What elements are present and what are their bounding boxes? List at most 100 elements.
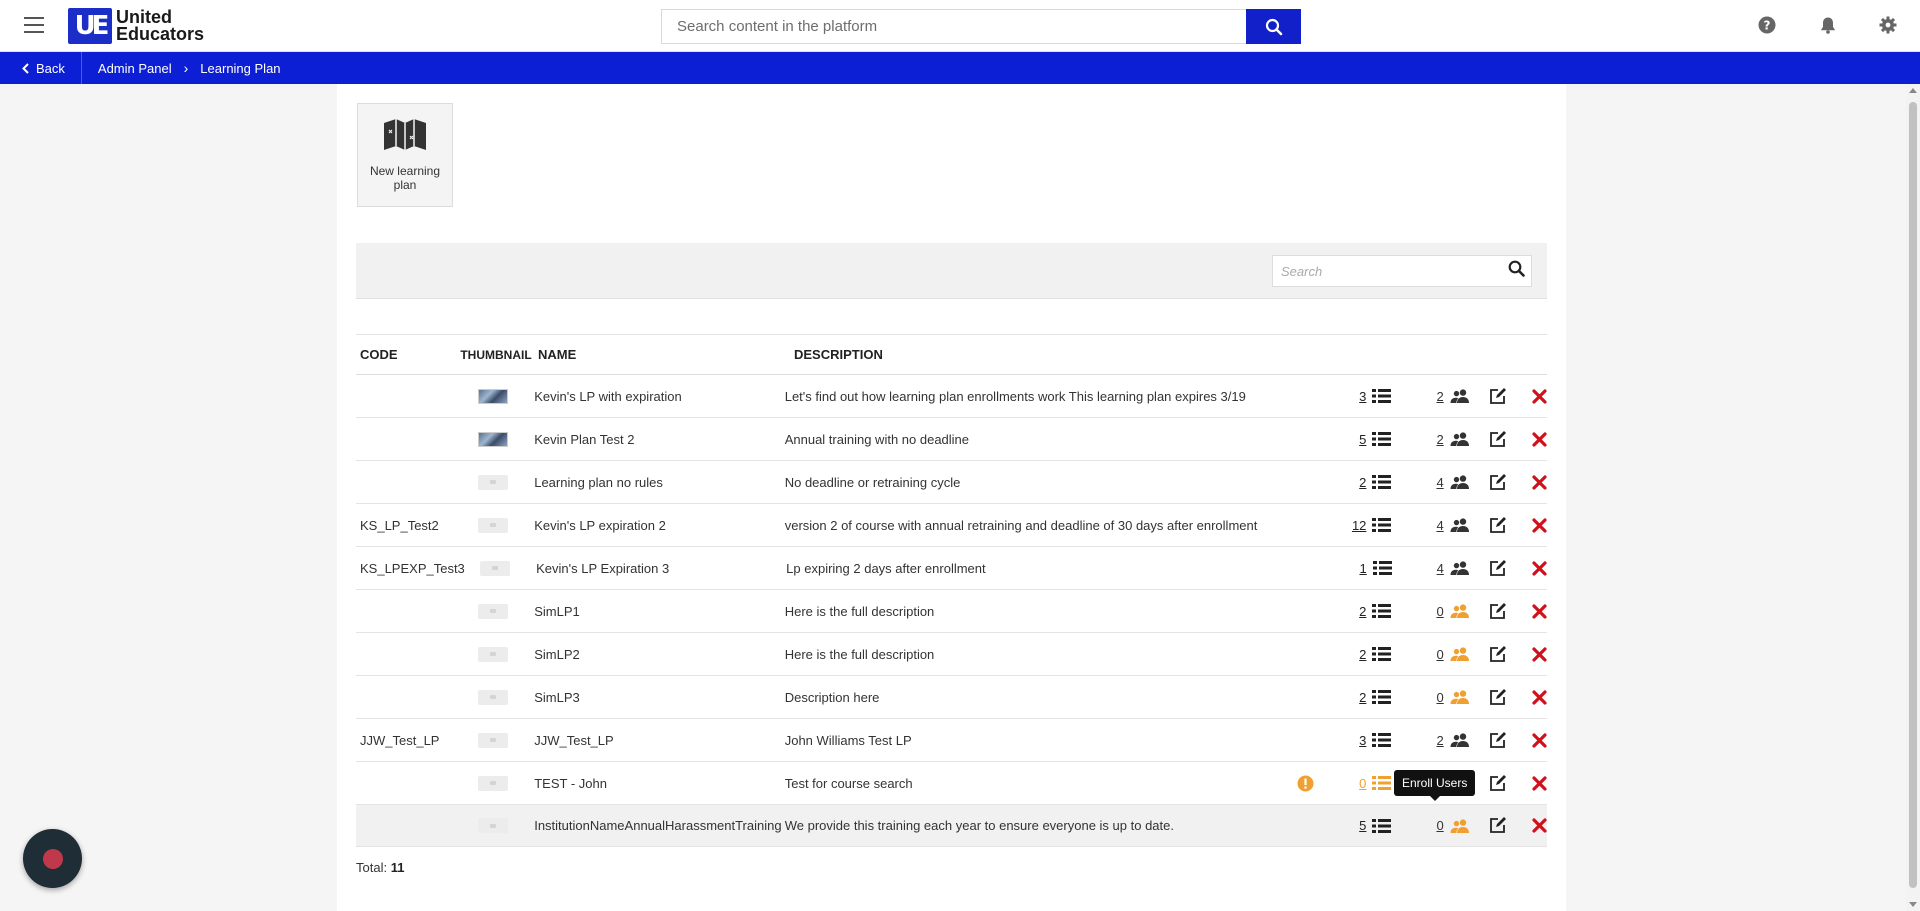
table-row[interactable]: InstitutionNameAnnualHarassmentTraining …	[356, 805, 1547, 847]
users-count[interactable]: 4	[1437, 561, 1444, 576]
enroll-users-button[interactable]: 4	[1391, 518, 1469, 533]
courses-count[interactable]: 2	[1359, 475, 1366, 490]
global-search-input[interactable]	[661, 9, 1246, 44]
enroll-users-button[interactable]: 0	[1391, 604, 1469, 619]
table-row[interactable]: Kevin Plan Test 2 Annual training with n…	[356, 418, 1547, 461]
enroll-users-button[interactable]: 0	[1391, 647, 1469, 662]
table-row[interactable]: Learning plan no rules No deadline or re…	[356, 461, 1547, 504]
scrollbar-thumb[interactable]	[1909, 102, 1917, 888]
delete-button[interactable]	[1506, 474, 1547, 490]
enroll-users-button[interactable]: 2	[1391, 432, 1469, 447]
courses-count[interactable]: 1	[1359, 561, 1366, 576]
hamburger-menu-icon[interactable]	[24, 17, 44, 33]
help-icon[interactable]: ?	[1757, 15, 1777, 35]
courses-button[interactable]: 2	[1333, 475, 1392, 490]
courses-count[interactable]: 12	[1352, 518, 1366, 533]
delete-button[interactable]	[1506, 689, 1547, 705]
edit-button[interactable]	[1470, 645, 1506, 663]
table-row[interactable]: Kevin's LP with expiration Let's find ou…	[356, 375, 1547, 418]
edit-button[interactable]	[1470, 817, 1506, 834]
delete-button[interactable]	[1506, 388, 1547, 404]
enroll-users-button[interactable]: 4	[1392, 561, 1470, 576]
courses-button[interactable]: 3	[1333, 389, 1392, 404]
courses-count[interactable]: 3	[1359, 389, 1366, 404]
courses-button[interactable]: 12	[1333, 518, 1392, 533]
courses-count[interactable]: 5	[1359, 818, 1366, 833]
svg-text:?: ?	[1764, 19, 1771, 33]
courses-count[interactable]: 5	[1359, 432, 1366, 447]
enroll-users-button[interactable]: 2	[1391, 389, 1469, 404]
edit-button[interactable]	[1470, 602, 1506, 620]
users-count[interactable]: 0	[1436, 690, 1443, 705]
edit-button[interactable]	[1470, 774, 1506, 792]
search-icon[interactable]	[1508, 260, 1525, 277]
enroll-users-button[interactable]: 2	[1391, 733, 1469, 748]
courses-button[interactable]: 0	[1333, 776, 1392, 791]
users-count[interactable]: 2	[1436, 733, 1443, 748]
enroll-users-button[interactable]: 0	[1391, 690, 1469, 705]
edit-button[interactable]	[1470, 516, 1506, 534]
delete-button[interactable]	[1506, 732, 1547, 748]
courses-count[interactable]: 2	[1359, 604, 1366, 619]
column-header-name[interactable]: NAME	[536, 347, 794, 362]
delete-button[interactable]	[1506, 818, 1547, 833]
back-button[interactable]: Back	[0, 52, 82, 84]
courses-button[interactable]: 5	[1333, 818, 1392, 833]
users-count[interactable]: 2	[1436, 432, 1443, 447]
table-row[interactable]: SimLP2 Here is the full description 2 0	[356, 633, 1547, 676]
courses-button[interactable]: 5	[1333, 432, 1392, 447]
delete-button[interactable]	[1506, 431, 1547, 447]
new-learning-plan-button[interactable]: New learning plan	[357, 103, 453, 207]
delete-x-icon	[1532, 646, 1547, 662]
courses-button[interactable]: 2	[1333, 647, 1392, 662]
table-row[interactable]: SimLP1 Here is the full description 2 0	[356, 590, 1547, 633]
courses-count[interactable]: 2	[1359, 647, 1366, 662]
courses-button[interactable]: 3	[1333, 733, 1392, 748]
courses-button[interactable]: 2	[1333, 604, 1392, 619]
table-row[interactable]: SimLP3 Description here 2 0	[356, 676, 1547, 719]
edit-button[interactable]	[1470, 387, 1506, 405]
notification-bell-icon[interactable]	[1818, 15, 1838, 35]
courses-count[interactable]: 2	[1359, 690, 1366, 705]
edit-button[interactable]	[1470, 430, 1506, 448]
table-row[interactable]: TEST - John Test for course search 0	[356, 762, 1547, 805]
breadcrumb-admin-panel[interactable]: Admin Panel	[98, 61, 172, 76]
united-educators-logo[interactable]: UE United Educators	[68, 8, 204, 44]
column-header-code[interactable]: CODE	[356, 347, 456, 362]
delete-button[interactable]	[1506, 517, 1547, 533]
users-count[interactable]: 0	[1436, 604, 1443, 619]
edit-button[interactable]	[1470, 688, 1506, 706]
courses-button[interactable]: 2	[1333, 690, 1392, 705]
page-scrollbar[interactable]	[1906, 84, 1920, 911]
delete-button[interactable]	[1506, 775, 1547, 791]
enroll-users-button[interactable]: 0	[1391, 818, 1469, 833]
edit-button[interactable]	[1470, 731, 1506, 749]
edit-button[interactable]	[1470, 559, 1506, 577]
global-search	[661, 9, 1301, 44]
table-row[interactable]: KS_LPEXP_Test3 Kevin's LP Expiration 3 L…	[356, 547, 1547, 590]
courses-button[interactable]: 1	[1333, 561, 1392, 576]
table-row[interactable]: KS_LP_Test2 Kevin's LP expiration 2 vers…	[356, 504, 1547, 547]
users-count[interactable]: 4	[1436, 475, 1443, 490]
main-panel: New learning plan CODE THUMBNAIL NAME DE…	[337, 84, 1566, 911]
delete-button[interactable]	[1506, 560, 1547, 576]
users-count[interactable]: 0	[1436, 647, 1443, 662]
courses-count[interactable]: 3	[1359, 733, 1366, 748]
users-count[interactable]: 4	[1436, 518, 1443, 533]
global-search-button[interactable]	[1246, 9, 1301, 44]
enroll-users-button[interactable]: 4	[1391, 475, 1469, 490]
users-count[interactable]: 0	[1436, 818, 1443, 833]
edit-button[interactable]	[1470, 473, 1506, 491]
scroll-up-arrow-icon[interactable]	[1909, 88, 1917, 93]
cell-description: Lp expiring 2 days after enrollment	[786, 560, 986, 576]
table-search-input[interactable]	[1272, 255, 1532, 287]
table-row[interactable]: JJW_Test_LP JJW_Test_LP John Williams Te…	[356, 719, 1547, 762]
courses-count[interactable]: 0	[1359, 776, 1366, 791]
delete-button[interactable]	[1506, 603, 1547, 619]
chat-widget-button[interactable]	[23, 829, 82, 888]
users-count[interactable]: 2	[1436, 389, 1443, 404]
delete-button[interactable]	[1506, 646, 1547, 662]
courses-list-icon	[1372, 561, 1392, 575]
settings-gear-icon[interactable]	[1878, 15, 1898, 35]
scroll-down-arrow-icon[interactable]	[1909, 902, 1917, 907]
